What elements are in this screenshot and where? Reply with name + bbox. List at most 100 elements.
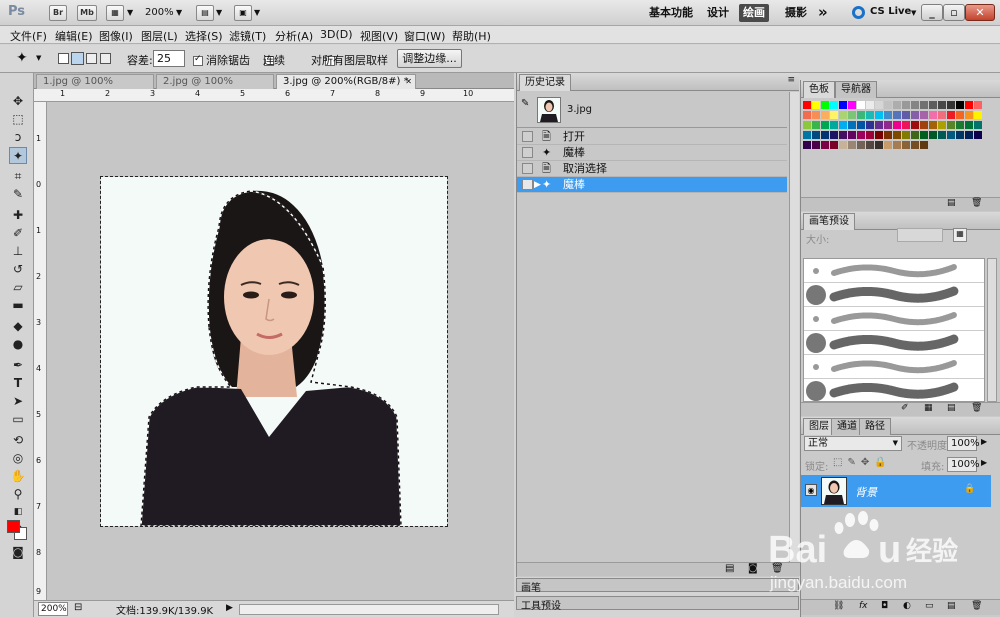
color-swatch[interactable] — [974, 111, 982, 119]
eraser-tool-icon[interactable]: ▱ — [9, 279, 27, 296]
layer-name[interactable]: 背景 — [855, 484, 877, 500]
chevron-down-icon[interactable]: ▼ — [176, 8, 182, 17]
status-menu-arrow-icon[interactable]: ▶ — [226, 603, 233, 613]
layer-mask-icon[interactable]: ◘ — [881, 601, 888, 611]
color-swatch[interactable] — [893, 111, 901, 119]
workspace-painting[interactable]: 绘画 — [739, 4, 769, 22]
tab-brush[interactable]: 画笔 — [521, 579, 541, 594]
color-swatch[interactable] — [812, 121, 820, 129]
brush-tool-icon[interactable]: ✐ — [9, 225, 27, 242]
history-checkbox[interactable] — [522, 147, 533, 158]
color-swatch[interactable] — [938, 131, 946, 139]
history-scrollbar[interactable] — [789, 92, 799, 562]
workspace-overflow-icon[interactable]: » — [818, 3, 828, 21]
intersect-selection-icon[interactable] — [100, 53, 111, 64]
color-swatch[interactable] — [893, 141, 901, 149]
menu-help[interactable]: 帮助(H) — [452, 28, 491, 44]
tab-swatches[interactable]: 色板 — [803, 81, 835, 98]
color-swatch[interactable] — [821, 111, 829, 119]
tab-2-jpg[interactable]: 2.jpg @ 100%(RGB/8#)✕ — [156, 74, 274, 101]
color-swatch[interactable] — [812, 131, 820, 139]
layer-style-icon[interactable]: fx — [859, 601, 868, 611]
new-group-icon[interactable]: ▭ — [925, 601, 934, 611]
color-swatch[interactable] — [884, 111, 892, 119]
color-swatch[interactable] — [866, 131, 874, 139]
swatch-grid[interactable] — [803, 98, 999, 164]
history-checkbox[interactable] — [522, 179, 533, 190]
healing-brush-tool-icon[interactable]: ✚ — [9, 207, 27, 224]
magic-wand-tool-icon[interactable]: ✦ — [9, 147, 27, 164]
eyedropper-tool-icon[interactable]: ✎ — [9, 186, 27, 203]
color-swatch[interactable] — [974, 131, 982, 139]
lock-options-icon[interactable]: ⬚✎✥🔒 — [833, 457, 892, 468]
horizontal-scrollbar[interactable] — [239, 604, 499, 615]
color-swatch[interactable] — [866, 141, 874, 149]
color-swatch[interactable] — [911, 121, 919, 129]
color-swatch[interactable] — [857, 121, 865, 129]
color-swatch[interactable] — [929, 111, 937, 119]
move-tool-icon[interactable]: ✥ — [9, 93, 27, 110]
chevron-down-icon[interactable]: ▼ — [911, 9, 916, 17]
menu-3d[interactable]: 3D(D) — [320, 28, 353, 41]
color-swatch[interactable] — [803, 111, 811, 119]
color-swatch[interactable] — [947, 121, 955, 129]
zoom-tool-icon[interactable]: ⚲ — [9, 486, 27, 503]
tab-1-jpg[interactable]: 1.jpg @ 100%(RGB/8#)✕ — [36, 74, 154, 101]
status-info-icon[interactable]: ⊟ — [74, 602, 82, 613]
close-button[interactable]: ✕ — [965, 4, 995, 21]
brush-panel-collapsed[interactable]: 画笔 — [516, 578, 799, 594]
quick-mask-icon[interactable]: ◙ — [9, 544, 27, 561]
link-layers-icon[interactable]: ⛓ — [833, 601, 844, 611]
workspace-design[interactable]: 设计 — [703, 4, 733, 22]
restore-button[interactable]: ▫ — [943, 4, 965, 21]
color-swatch[interactable] — [884, 101, 892, 109]
color-swatch[interactable] — [875, 101, 883, 109]
color-swatch[interactable] — [920, 131, 928, 139]
color-swatch[interactable] — [866, 101, 874, 109]
color-swatch[interactable] — [839, 111, 847, 119]
color-swatch[interactable] — [848, 131, 856, 139]
color-swatch[interactable] — [974, 101, 982, 109]
color-swatch[interactable] — [830, 121, 838, 129]
color-swatch[interactable] — [848, 101, 856, 109]
color-swatch[interactable] — [821, 141, 829, 149]
color-swatch[interactable] — [857, 111, 865, 119]
color-swatch[interactable] — [866, 121, 874, 129]
color-swatch[interactable] — [812, 111, 820, 119]
color-swatch[interactable] — [884, 131, 892, 139]
bridge-button[interactable]: Br — [49, 5, 67, 21]
history-state-slider-icon[interactable]: ▶ — [534, 177, 541, 193]
menu-edit[interactable]: 编辑(E) — [55, 28, 93, 44]
color-swatch[interactable] — [830, 141, 838, 149]
color-swatch[interactable] — [884, 121, 892, 129]
color-swatch[interactable] — [920, 141, 928, 149]
menu-select[interactable]: 选择(S) — [185, 28, 223, 44]
color-swatch[interactable] — [893, 131, 901, 139]
default-colors-icon[interactable]: ◧ ⇄ — [9, 504, 27, 534]
adjustment-layer-icon[interactable]: ◐ — [903, 601, 911, 611]
brush-preset-item[interactable] — [804, 355, 984, 379]
zoom-input[interactable]: 200% — [38, 602, 68, 616]
3d-orbit-tool-icon[interactable]: ◎ — [9, 450, 27, 467]
color-swatch[interactable] — [848, 111, 856, 119]
refine-edge-button[interactable]: 调整边缘... — [397, 49, 462, 68]
brush-preset-item[interactable] — [804, 259, 984, 283]
cs-live-button[interactable]: CS Live — [870, 6, 911, 17]
color-swatch[interactable] — [821, 101, 829, 109]
arrange-documents-icon[interactable]: ▤ — [196, 5, 214, 21]
color-swatch[interactable] — [965, 101, 973, 109]
new-preset-icon[interactable]: ▤ — [947, 403, 956, 413]
minimize-button[interactable]: _ — [921, 4, 943, 21]
color-swatch[interactable] — [866, 111, 874, 119]
color-swatch[interactable] — [830, 111, 838, 119]
history-checkbox[interactable] — [522, 163, 533, 174]
menu-file[interactable]: 文件(F) — [10, 28, 47, 44]
type-tool-icon[interactable]: T — [9, 375, 27, 392]
brush-preset-list[interactable] — [803, 258, 985, 403]
color-swatch[interactable] — [911, 111, 919, 119]
close-icon[interactable]: ✕ — [405, 75, 412, 89]
color-swatch[interactable] — [875, 121, 883, 129]
fill-input[interactable]: 100% — [947, 457, 980, 472]
marquee-tool-icon[interactable]: ⬚ — [9, 111, 27, 128]
color-swatch[interactable] — [830, 131, 838, 139]
